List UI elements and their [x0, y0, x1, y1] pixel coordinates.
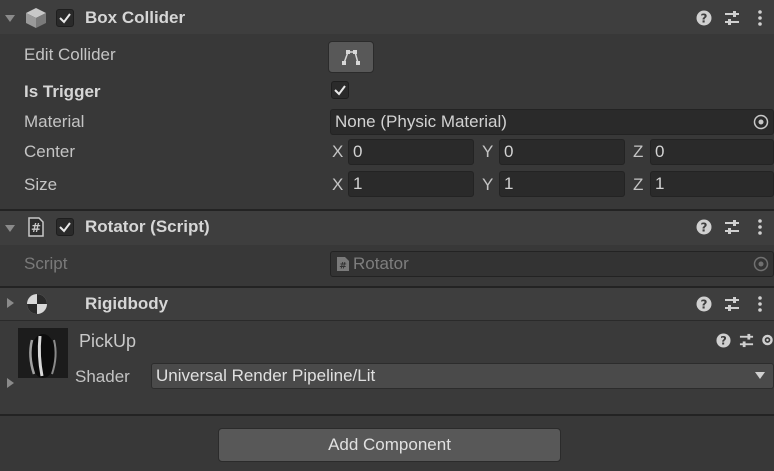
center-z-value: 0	[655, 142, 665, 161]
svg-text:?: ?	[701, 221, 708, 235]
is-trigger-checkbox[interactable]	[331, 81, 349, 99]
svg-text:#: #	[31, 221, 41, 235]
center-x-value: 0	[353, 142, 363, 161]
center-y-field[interactable]: 0	[499, 139, 625, 165]
size-label: Size	[24, 175, 58, 194]
svg-text:?: ?	[701, 298, 708, 312]
shader-dropdown[interactable]: Universal Render Pipeline/Lit	[151, 363, 774, 389]
material-name: PickUp	[79, 331, 137, 351]
cube-icon	[26, 8, 46, 28]
kebab-menu-icon[interactable]	[756, 296, 764, 312]
shader-label: Shader	[75, 367, 130, 386]
presets-icon[interactable]	[724, 10, 740, 26]
add-component-label: Add Component	[328, 435, 451, 454]
edit-collider-button[interactable]	[328, 41, 374, 73]
rotator-title: Rotator (Script)	[85, 217, 210, 236]
presets-icon[interactable]	[724, 296, 740, 312]
help-icon[interactable]: ?	[696, 219, 712, 235]
presets-icon[interactable]	[724, 219, 740, 235]
foldout-arrow-icon[interactable]	[7, 298, 14, 308]
material-preview-thumbnail[interactable]	[18, 328, 68, 378]
center-label: Center	[24, 142, 76, 161]
box-collider-enabled-checkbox[interactable]	[56, 9, 74, 27]
edit-collider-icon	[342, 50, 360, 65]
rigidbody-icon	[27, 294, 47, 314]
size-z-field[interactable]: 1	[650, 171, 774, 197]
script-field: Rotator	[330, 251, 774, 277]
center-z-field[interactable]: 0	[650, 139, 774, 165]
object-picker-icon[interactable]	[753, 114, 769, 130]
svg-text:#: #	[339, 262, 347, 272]
size-x-value: 1	[353, 174, 363, 193]
script-value: Rotator	[353, 254, 409, 273]
material-field[interactable]: None (Physic Material)	[330, 109, 774, 135]
center-z-axis-label: Z	[633, 142, 644, 161]
material-label: Material	[24, 112, 85, 131]
help-icon[interactable]: ?	[716, 333, 731, 348]
size-y-value: 1	[504, 174, 514, 193]
foldout-arrow-icon[interactable]	[5, 225, 15, 232]
svg-text:?: ?	[701, 12, 708, 26]
svg-text:?: ?	[720, 335, 727, 348]
gear-icon[interactable]	[761, 332, 774, 348]
size-x-field[interactable]: 1	[348, 171, 474, 197]
kebab-menu-icon[interactable]	[756, 10, 764, 26]
material-value: None (Physic Material)	[335, 112, 507, 131]
rigidbody-title: Rigidbody	[85, 294, 169, 313]
center-y-value: 0	[504, 142, 514, 161]
size-y-field[interactable]: 1	[499, 171, 625, 197]
script-file-icon: #	[337, 257, 349, 272]
kebab-menu-icon[interactable]	[756, 219, 764, 235]
box-collider-title: Box Collider	[85, 8, 186, 27]
object-picker-icon	[753, 256, 769, 272]
help-icon[interactable]: ?	[696, 296, 712, 312]
is-trigger-label: Is Trigger	[24, 82, 101, 101]
material-foldout-arrow-icon[interactable]	[7, 378, 14, 388]
help-icon[interactable]: ?	[696, 10, 712, 26]
center-y-axis-label: Y	[482, 142, 494, 161]
shader-value: Universal Render Pipeline/Lit	[156, 366, 376, 385]
size-z-axis-label: Z	[633, 175, 644, 194]
center-x-axis-label: X	[332, 142, 344, 161]
size-y-axis-label: Y	[482, 175, 494, 194]
edit-collider-label: Edit Collider	[24, 45, 116, 64]
size-z-value: 1	[655, 174, 665, 193]
add-component-button[interactable]: Add Component	[218, 428, 561, 462]
script-label: Script	[24, 254, 68, 273]
dropdown-arrow-icon[interactable]	[755, 372, 765, 379]
rotator-enabled-checkbox[interactable]	[56, 218, 74, 236]
size-x-axis-label: X	[332, 175, 344, 194]
script-icon: #	[28, 217, 44, 237]
foldout-arrow-icon[interactable]	[5, 15, 15, 22]
center-x-field[interactable]: 0	[348, 139, 474, 165]
presets-icon[interactable]	[739, 333, 754, 348]
component-divider	[0, 414, 774, 416]
